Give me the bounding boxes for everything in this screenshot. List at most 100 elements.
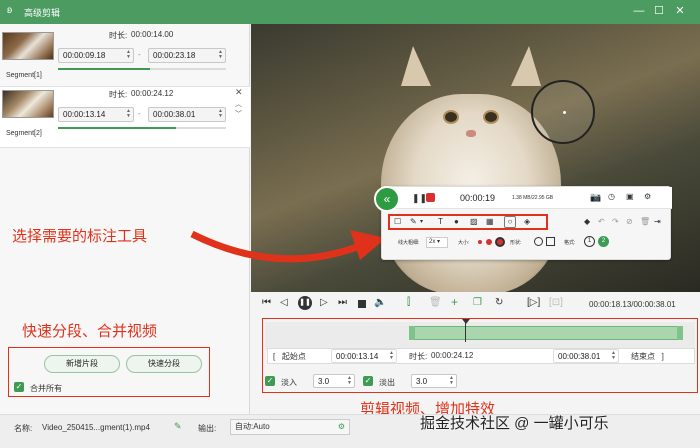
style-label: 格式: bbox=[564, 240, 576, 246]
add-segment-button[interactable]: 新增片段 bbox=[44, 355, 120, 373]
clock-icon[interactable]: ◷ bbox=[608, 192, 615, 202]
end-point-button[interactable]: 结束点 ] bbox=[631, 351, 664, 362]
merge-all-checkbox[interactable]: ✓ bbox=[14, 382, 24, 392]
zoom-select[interactable]: 2x ▾ bbox=[426, 237, 448, 248]
frame-alt-icon[interactable]: [⊡] bbox=[549, 298, 563, 308]
fade-in-checkbox[interactable]: ✓ bbox=[265, 376, 275, 386]
timeline-right-handle[interactable] bbox=[677, 326, 683, 340]
chevron-up-icon[interactable]: ︿ bbox=[235, 99, 242, 109]
mosaic-tool-icon[interactable]: ▦ bbox=[486, 217, 494, 227]
segment-progress bbox=[58, 127, 226, 129]
minimize-button[interactable]: — bbox=[632, 4, 646, 18]
maximize-button[interactable]: ☐ bbox=[652, 4, 666, 18]
fade-in-field[interactable]: 3.0 ▲ ▼ bbox=[313, 374, 355, 388]
watermark: 掘金技术社区 @ 一罐小可乐 bbox=[420, 415, 609, 432]
copy-icon[interactable]: ❐ bbox=[473, 298, 482, 308]
collapse-toolbar-button[interactable]: « bbox=[374, 186, 400, 212]
record-time: 00:00:19 bbox=[460, 193, 496, 203]
style-option-2[interactable]: 2 bbox=[598, 236, 609, 247]
jump-start-icon[interactable]: ⏮ bbox=[262, 298, 271, 308]
camera-icon[interactable]: 📷 bbox=[590, 192, 601, 202]
square-shape-option[interactable] bbox=[546, 237, 555, 246]
pause-button[interactable]: ❚❚ bbox=[298, 296, 312, 310]
duration-value: 00:00:14.00 bbox=[131, 30, 174, 39]
text-tool-icon[interactable]: T bbox=[438, 217, 443, 227]
close-segment-icon[interactable]: ✕ bbox=[235, 87, 243, 98]
chevron-down-icon[interactable]: ﹀ bbox=[235, 109, 242, 119]
app-logo-icon: ʚ bbox=[7, 5, 13, 16]
segment-label: Segment[1] bbox=[6, 72, 42, 79]
image-tool-icon[interactable]: ▨ bbox=[470, 217, 478, 227]
edit-name-icon[interactable]: ✎ bbox=[174, 421, 182, 432]
volume-icon[interactable]: 🔈 bbox=[374, 298, 386, 308]
size-large-dot[interactable] bbox=[495, 237, 505, 247]
file-name: Video_250415...gment(1).mp4 bbox=[42, 423, 150, 432]
cat-ear-right bbox=[511, 46, 541, 86]
line-width-label: 线大粗细: bbox=[398, 240, 420, 246]
window-title: 高级剪辑 bbox=[24, 8, 61, 18]
trash-icon[interactable]: 🗑 bbox=[429, 298, 442, 308]
toolbox-icon[interactable]: ▣ bbox=[626, 192, 634, 202]
playhead-marker-icon bbox=[462, 319, 470, 324]
quick-split-button[interactable]: 快速分段 bbox=[126, 355, 202, 373]
gear-icon[interactable]: ⚙ bbox=[644, 192, 651, 202]
segment-thumbnail bbox=[2, 32, 54, 60]
size-small-dot[interactable] bbox=[478, 240, 482, 244]
style-option-1[interactable]: 1 bbox=[584, 236, 595, 247]
exit-icon[interactable]: ⇥ bbox=[654, 217, 661, 227]
info-tool-icon[interactable]: ● bbox=[454, 217, 459, 227]
annotation-arrow bbox=[190, 230, 386, 263]
annotation-toolbar: ❚❚ 00:00:19 1.38 MB/22.95 GB 📷 ◷ ▣ ⚙ ☐ ✎… bbox=[381, 186, 672, 260]
pause-icon[interactable]: ❚❚ bbox=[412, 193, 427, 203]
size-medium-dot[interactable] bbox=[486, 239, 492, 245]
segment-item[interactable]: Segment[2] 时长: 00:00:24.12 ✕ ︿ ﹀ 00:00:1… bbox=[0, 86, 250, 148]
fade-out-checkbox[interactable]: ✓ bbox=[363, 376, 373, 386]
fade-out-field[interactable]: 3.0 ▲ ▼ bbox=[411, 374, 457, 388]
start-point-button[interactable]: [ 起始点 bbox=[273, 351, 306, 362]
segment-panel: Segment[1] 时长: 00:00:14.00 00:00:09.18 ▲ ▼… bbox=[0, 24, 250, 414]
rectangle-tool-icon[interactable]: ☐ bbox=[394, 217, 401, 227]
output-select[interactable]: 自动:Auto ⚙ bbox=[230, 419, 350, 435]
undo-icon[interactable]: ↶ bbox=[598, 217, 605, 227]
close-button[interactable]: ✕ bbox=[673, 4, 687, 18]
start-time-field[interactable]: 00:00:09.18 ▲ ▼ bbox=[58, 48, 134, 63]
delete-icon[interactable]: 🗑 bbox=[640, 217, 650, 227]
cat-ear-left bbox=[401, 46, 431, 86]
file-size: 1.38 MB/22.95 GB bbox=[512, 195, 554, 201]
end-time-field[interactable]: 00:00:38.01 ▲ ▼ bbox=[148, 107, 226, 122]
redo-icon[interactable]: ↷ bbox=[612, 217, 619, 227]
fade-out-label: 淡出 bbox=[379, 378, 395, 387]
segment-item[interactable]: Segment[1] 时长: 00:00:14.00 00:00:09.18 ▲ ▼… bbox=[0, 28, 250, 84]
clear-icon[interactable]: ⊘ bbox=[626, 217, 633, 227]
end-time-field[interactable]: 00:00:23.18 ▲ ▼ bbox=[148, 48, 226, 63]
gear-icon[interactable]: ⚙ bbox=[338, 420, 345, 434]
segment-thumbnail bbox=[2, 90, 54, 118]
step-forward-icon[interactable]: ▷ bbox=[320, 298, 328, 308]
range-separator: - bbox=[138, 50, 141, 59]
annotation-tools: 选择需要的标注工具 bbox=[12, 227, 148, 245]
magnifier-tool-icon[interactable]: ○ bbox=[504, 216, 516, 228]
cat-eye-left bbox=[443, 110, 459, 124]
stop-record-icon[interactable] bbox=[426, 193, 435, 202]
cat-nose bbox=[466, 130, 476, 137]
split-icon[interactable]: ⫿ bbox=[407, 298, 410, 308]
frame-icon[interactable]: [▷] bbox=[527, 298, 540, 308]
playback-controls: ⏮ ◁ ❚❚ ▷ ⏭ 🔈 ⫿ 🗑 + ❐ ↻ [▷] [⊡] 00:00:18.… bbox=[251, 292, 700, 393]
timeline-left-handle[interactable] bbox=[409, 326, 415, 340]
timeline-selection[interactable] bbox=[409, 326, 683, 340]
merge-all-label: 合并所有 bbox=[30, 384, 62, 393]
start-time-field[interactable]: 00:00:13.14 ▲ ▼ bbox=[58, 107, 134, 122]
step-back-icon[interactable]: ◁ bbox=[280, 298, 288, 308]
stop-icon[interactable] bbox=[358, 300, 366, 308]
spotlight-tool-icon[interactable]: ◈ bbox=[524, 217, 530, 227]
end-time-field[interactable]: 00:00:38.01 ▲ ▼ bbox=[553, 349, 619, 363]
start-time-field[interactable]: 00:00:13.14 ▲ ▼ bbox=[331, 349, 397, 363]
pen-tool-icon[interactable]: ✎ bbox=[410, 217, 417, 227]
add-icon[interactable]: + bbox=[451, 296, 458, 308]
magnifier-center-dot bbox=[563, 111, 566, 114]
reset-icon[interactable]: ↻ bbox=[495, 298, 503, 308]
chevron-down-icon[interactable]: ▾ bbox=[420, 217, 423, 227]
jump-end-icon[interactable]: ⏭ bbox=[338, 298, 347, 308]
circle-shape-option[interactable] bbox=[534, 237, 543, 246]
eraser-icon[interactable]: ◆ bbox=[584, 217, 590, 227]
